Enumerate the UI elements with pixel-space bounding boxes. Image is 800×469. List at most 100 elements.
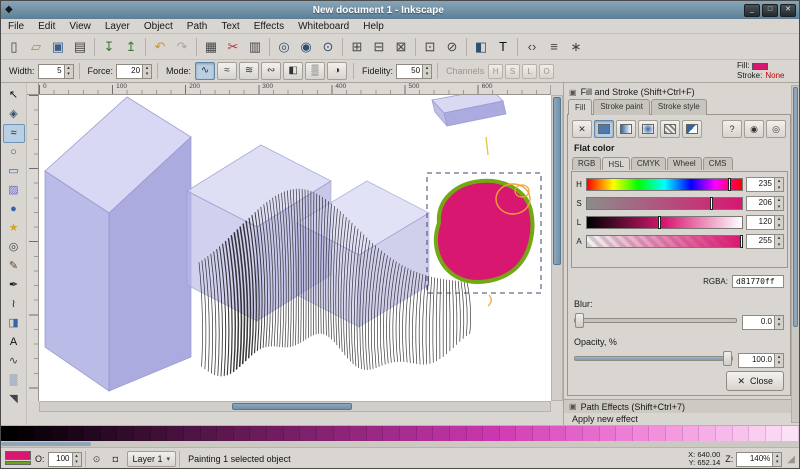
palette-swatch[interactable]: [317, 426, 334, 441]
palette-swatch[interactable]: [68, 426, 85, 441]
open-button[interactable]: ▱: [25, 36, 47, 58]
color-tab-rgb[interactable]: RGB: [572, 157, 601, 170]
palette-swatch[interactable]: [433, 426, 450, 441]
channel-o-button[interactable]: O: [539, 64, 554, 79]
maximize-button[interactable]: □: [762, 4, 778, 17]
close-button[interactable]: ✕: [780, 4, 796, 17]
palette-swatch[interactable]: [749, 426, 766, 441]
spinner-down-icon[interactable]: ▾: [65, 71, 73, 78]
menu-whiteboard[interactable]: Whiteboard: [291, 20, 356, 33]
mode-attract-button[interactable]: ≋: [239, 62, 259, 80]
spinner-down-icon[interactable]: ▾: [775, 360, 783, 367]
menu-text[interactable]: Text: [214, 20, 246, 33]
ellipse-tool-button[interactable]: ●: [3, 200, 25, 219]
horizontal-scrollbar[interactable]: [39, 401, 551, 412]
palette-swatch[interactable]: [533, 426, 550, 441]
a-spinner[interactable]: 255▴▾: [746, 234, 784, 249]
width-spinner[interactable]: 5▴▾: [38, 64, 74, 79]
menu-layer[interactable]: Layer: [98, 20, 137, 33]
star-tool-button[interactable]: ★: [3, 219, 25, 238]
paint-bucket-tool-button[interactable]: ◨: [3, 314, 25, 333]
print-button[interactable]: ▤: [69, 36, 91, 58]
stroke-none-value[interactable]: None: [765, 71, 784, 81]
l-spinner[interactable]: 120▴▾: [746, 215, 784, 230]
pencil-tool-button[interactable]: ✎: [3, 257, 25, 276]
palette-swatch[interactable]: [334, 426, 351, 441]
export-button[interactable]: ↥: [120, 36, 142, 58]
palette-swatch[interactable]: [467, 426, 484, 441]
zoom-selection-button[interactable]: ◎: [273, 36, 295, 58]
palette-swatch[interactable]: [51, 426, 68, 441]
xml-editor-button[interactable]: ‹›: [521, 36, 543, 58]
selected-stroke-swatch[interactable]: [5, 461, 31, 465]
palette-swatch[interactable]: [699, 426, 716, 441]
menu-edit[interactable]: Edit: [31, 20, 62, 33]
palette-swatch[interactable]: [234, 426, 251, 441]
mode-shrink-button[interactable]: ≈: [217, 62, 237, 80]
palette-swatch[interactable]: [167, 426, 184, 441]
mode-push-button[interactable]: ∿: [195, 62, 215, 80]
connector-tool-button[interactable]: ∿: [3, 352, 25, 371]
s-slider[interactable]: [586, 197, 743, 210]
fill-rule-nonzero-button[interactable]: ◉: [744, 120, 764, 138]
undo-button[interactable]: ↶: [149, 36, 171, 58]
fidelity-spinner[interactable]: 50▴▾: [396, 64, 432, 79]
palette-scrollbar-thumb[interactable]: [1, 442, 91, 446]
resize-grip[interactable]: ◢: [787, 454, 795, 465]
zoom-spinner[interactable]: 140%▴▾: [736, 452, 782, 467]
layer-lock-icon[interactable]: ◘: [108, 451, 124, 467]
fill-rule-evenodd-button[interactable]: ◎: [766, 120, 786, 138]
preferences-button[interactable]: ∗: [565, 36, 587, 58]
a-slider-marker[interactable]: [740, 235, 743, 248]
s-spinner[interactable]: 206▴▾: [746, 196, 784, 211]
zoom-tool-button[interactable]: ○: [3, 143, 25, 162]
palette-swatch[interactable]: [300, 426, 317, 441]
menu-object[interactable]: Object: [137, 20, 180, 33]
palette-swatch[interactable]: [450, 426, 467, 441]
opacity-spinner[interactable]: 100.0▴▾: [738, 353, 784, 368]
canvas-viewport[interactable]: [39, 95, 551, 401]
palette-swatch[interactable]: [1, 426, 18, 441]
opacity-slider-handle[interactable]: [723, 351, 732, 366]
palette-swatch[interactable]: [350, 426, 367, 441]
palette-swatch[interactable]: [18, 426, 35, 441]
spinner-arrows-icon[interactable]: ▴▾: [772, 453, 781, 466]
rectangle-tool-button[interactable]: ▭: [3, 162, 25, 181]
mode-jitter-button[interactable]: ▒: [305, 62, 325, 80]
mode-blur-button[interactable]: ◑: [327, 62, 347, 80]
tweak-tool-button[interactable]: ≈: [3, 124, 25, 143]
layer-visibility-icon[interactable]: ⊙: [89, 451, 105, 467]
h-spinner[interactable]: 235▴▾: [746, 177, 784, 192]
palette-swatch[interactable]: [766, 426, 783, 441]
h-slider[interactable]: [586, 178, 743, 191]
palette-swatch[interactable]: [583, 426, 600, 441]
palette-swatch[interactable]: [483, 426, 500, 441]
palette-swatch[interactable]: [201, 426, 218, 441]
palette-swatch[interactable]: [716, 426, 733, 441]
spinner-down-icon[interactable]: ▾: [775, 204, 783, 211]
l-slider-marker[interactable]: [658, 216, 661, 229]
layer-selector[interactable]: Layer 1 ▾: [127, 451, 177, 467]
mode-roughen-button[interactable]: ∾: [261, 62, 281, 80]
palette-swatch[interactable]: [600, 426, 617, 441]
fill-stroke-dialog-button[interactable]: ◧: [470, 36, 492, 58]
selected-fill-swatch[interactable]: [5, 451, 31, 460]
s-slider-marker[interactable]: [710, 197, 713, 210]
palette-swatch[interactable]: [500, 426, 517, 441]
palette-swatch[interactable]: [417, 426, 434, 441]
h-slider-marker[interactable]: [728, 178, 731, 191]
palette-swatch[interactable]: [184, 426, 201, 441]
tab-stroke-style[interactable]: Stroke style: [651, 99, 707, 115]
palette-swatch[interactable]: [151, 426, 168, 441]
spinner-arrows-icon[interactable]: ▴▾: [64, 65, 73, 78]
spinner-arrows-icon[interactable]: ▴▾: [774, 354, 783, 367]
color-tab-cms[interactable]: CMS: [703, 157, 733, 170]
gradient-tool-button[interactable]: ▒: [3, 371, 25, 390]
tab-fill[interactable]: Fill: [568, 99, 592, 115]
new-document-button[interactable]: ▯: [3, 36, 25, 58]
copy-button[interactable]: ▦: [200, 36, 222, 58]
ungroup-button[interactable]: ⊘: [441, 36, 463, 58]
color-tab-cmyk[interactable]: CMYK: [631, 157, 666, 170]
zoom-page-button[interactable]: ⊙: [317, 36, 339, 58]
menu-view[interactable]: View: [62, 20, 98, 33]
